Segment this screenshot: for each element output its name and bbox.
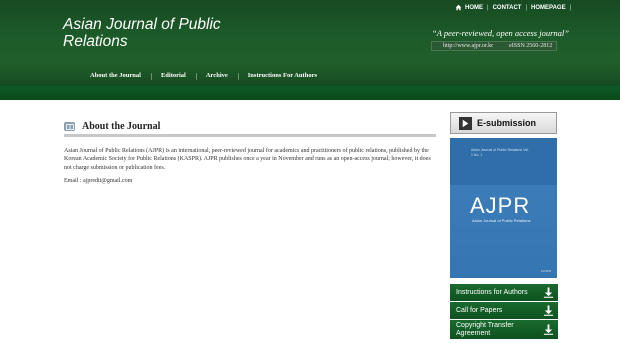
top-nav: HOME | CONTACT | HOMEPAGE | xyxy=(455,4,575,11)
tagline: “A peer-reviewed, open access journal” xyxy=(432,28,569,38)
nav-instructions-for-authors[interactable]: Instructions For Authors xyxy=(237,72,327,80)
cover-subtitle: Asian Journal of Public Relations xyxy=(472,218,531,223)
journal-cover[interactable]: Asian Journal of Public Relations Vol. 1… xyxy=(450,138,557,278)
about-heading: About the Journal xyxy=(64,118,436,135)
esubmission-label: E-submission xyxy=(477,118,537,128)
download-label: Instructions for Authors xyxy=(456,288,528,296)
home-icon[interactable] xyxy=(455,4,462,11)
nav-about-journal[interactable]: About the Journal xyxy=(80,72,151,79)
download-icon xyxy=(543,287,554,298)
about-divider xyxy=(64,134,436,137)
esubmission-button[interactable]: E-submission xyxy=(450,112,557,134)
about-description: Asian Journal of Public Relations (AJPR)… xyxy=(64,148,431,171)
book-icon xyxy=(64,122,75,131)
about-title: About the Journal xyxy=(82,121,161,132)
homepage-link[interactable]: HOMEPAGE xyxy=(531,5,566,11)
download-list: Instructions for Authors Call for Papers… xyxy=(450,284,558,340)
journal-url[interactable]: http://www.ajpr.or.kr xyxy=(443,43,493,49)
download-instructions-for-authors[interactable]: Instructions for Authors xyxy=(450,284,558,301)
nav-separator: | xyxy=(569,4,572,11)
cover-small-text: Asian Journal of Public Relations Vol. 1… xyxy=(471,148,529,157)
download-icon xyxy=(543,305,554,316)
download-label: Copyright Transfer Agreement xyxy=(456,322,514,337)
site-header: Asian Journal of Public Relations HOME |… xyxy=(0,0,620,100)
site-title[interactable]: Asian Journal of Public Relations xyxy=(63,16,233,50)
cover-footer: KASPR xyxy=(540,269,551,273)
cover-abbrev: AJPR xyxy=(470,193,531,218)
cover-stripe xyxy=(450,138,557,185)
arrow-right-icon xyxy=(459,116,472,130)
journal-info-box: http://www.ajpr.or.kr eISSN 2560-2812 xyxy=(431,41,557,51)
download-label: Call for Papers xyxy=(456,306,503,314)
download-icon xyxy=(543,324,554,335)
home-link[interactable]: HOME xyxy=(465,5,483,11)
main-nav: About the Journal Editorial Archive Inst… xyxy=(80,72,327,80)
nav-archive[interactable]: Archive xyxy=(195,72,238,80)
contact-email[interactable]: Email : ajpredit@gmail.com xyxy=(64,178,132,184)
journal-issn: eISSN 2560-2812 xyxy=(509,43,553,49)
nav-editorial[interactable]: Editorial xyxy=(150,72,196,80)
nav-separator: | xyxy=(525,4,528,11)
header-band xyxy=(0,86,620,100)
download-copyright-transfer-agreement[interactable]: Copyright Transfer Agreement xyxy=(450,320,558,339)
contact-link[interactable]: CONTACT xyxy=(493,5,522,11)
download-call-for-papers[interactable]: Call for Papers xyxy=(450,302,558,319)
nav-separator: | xyxy=(487,4,489,11)
